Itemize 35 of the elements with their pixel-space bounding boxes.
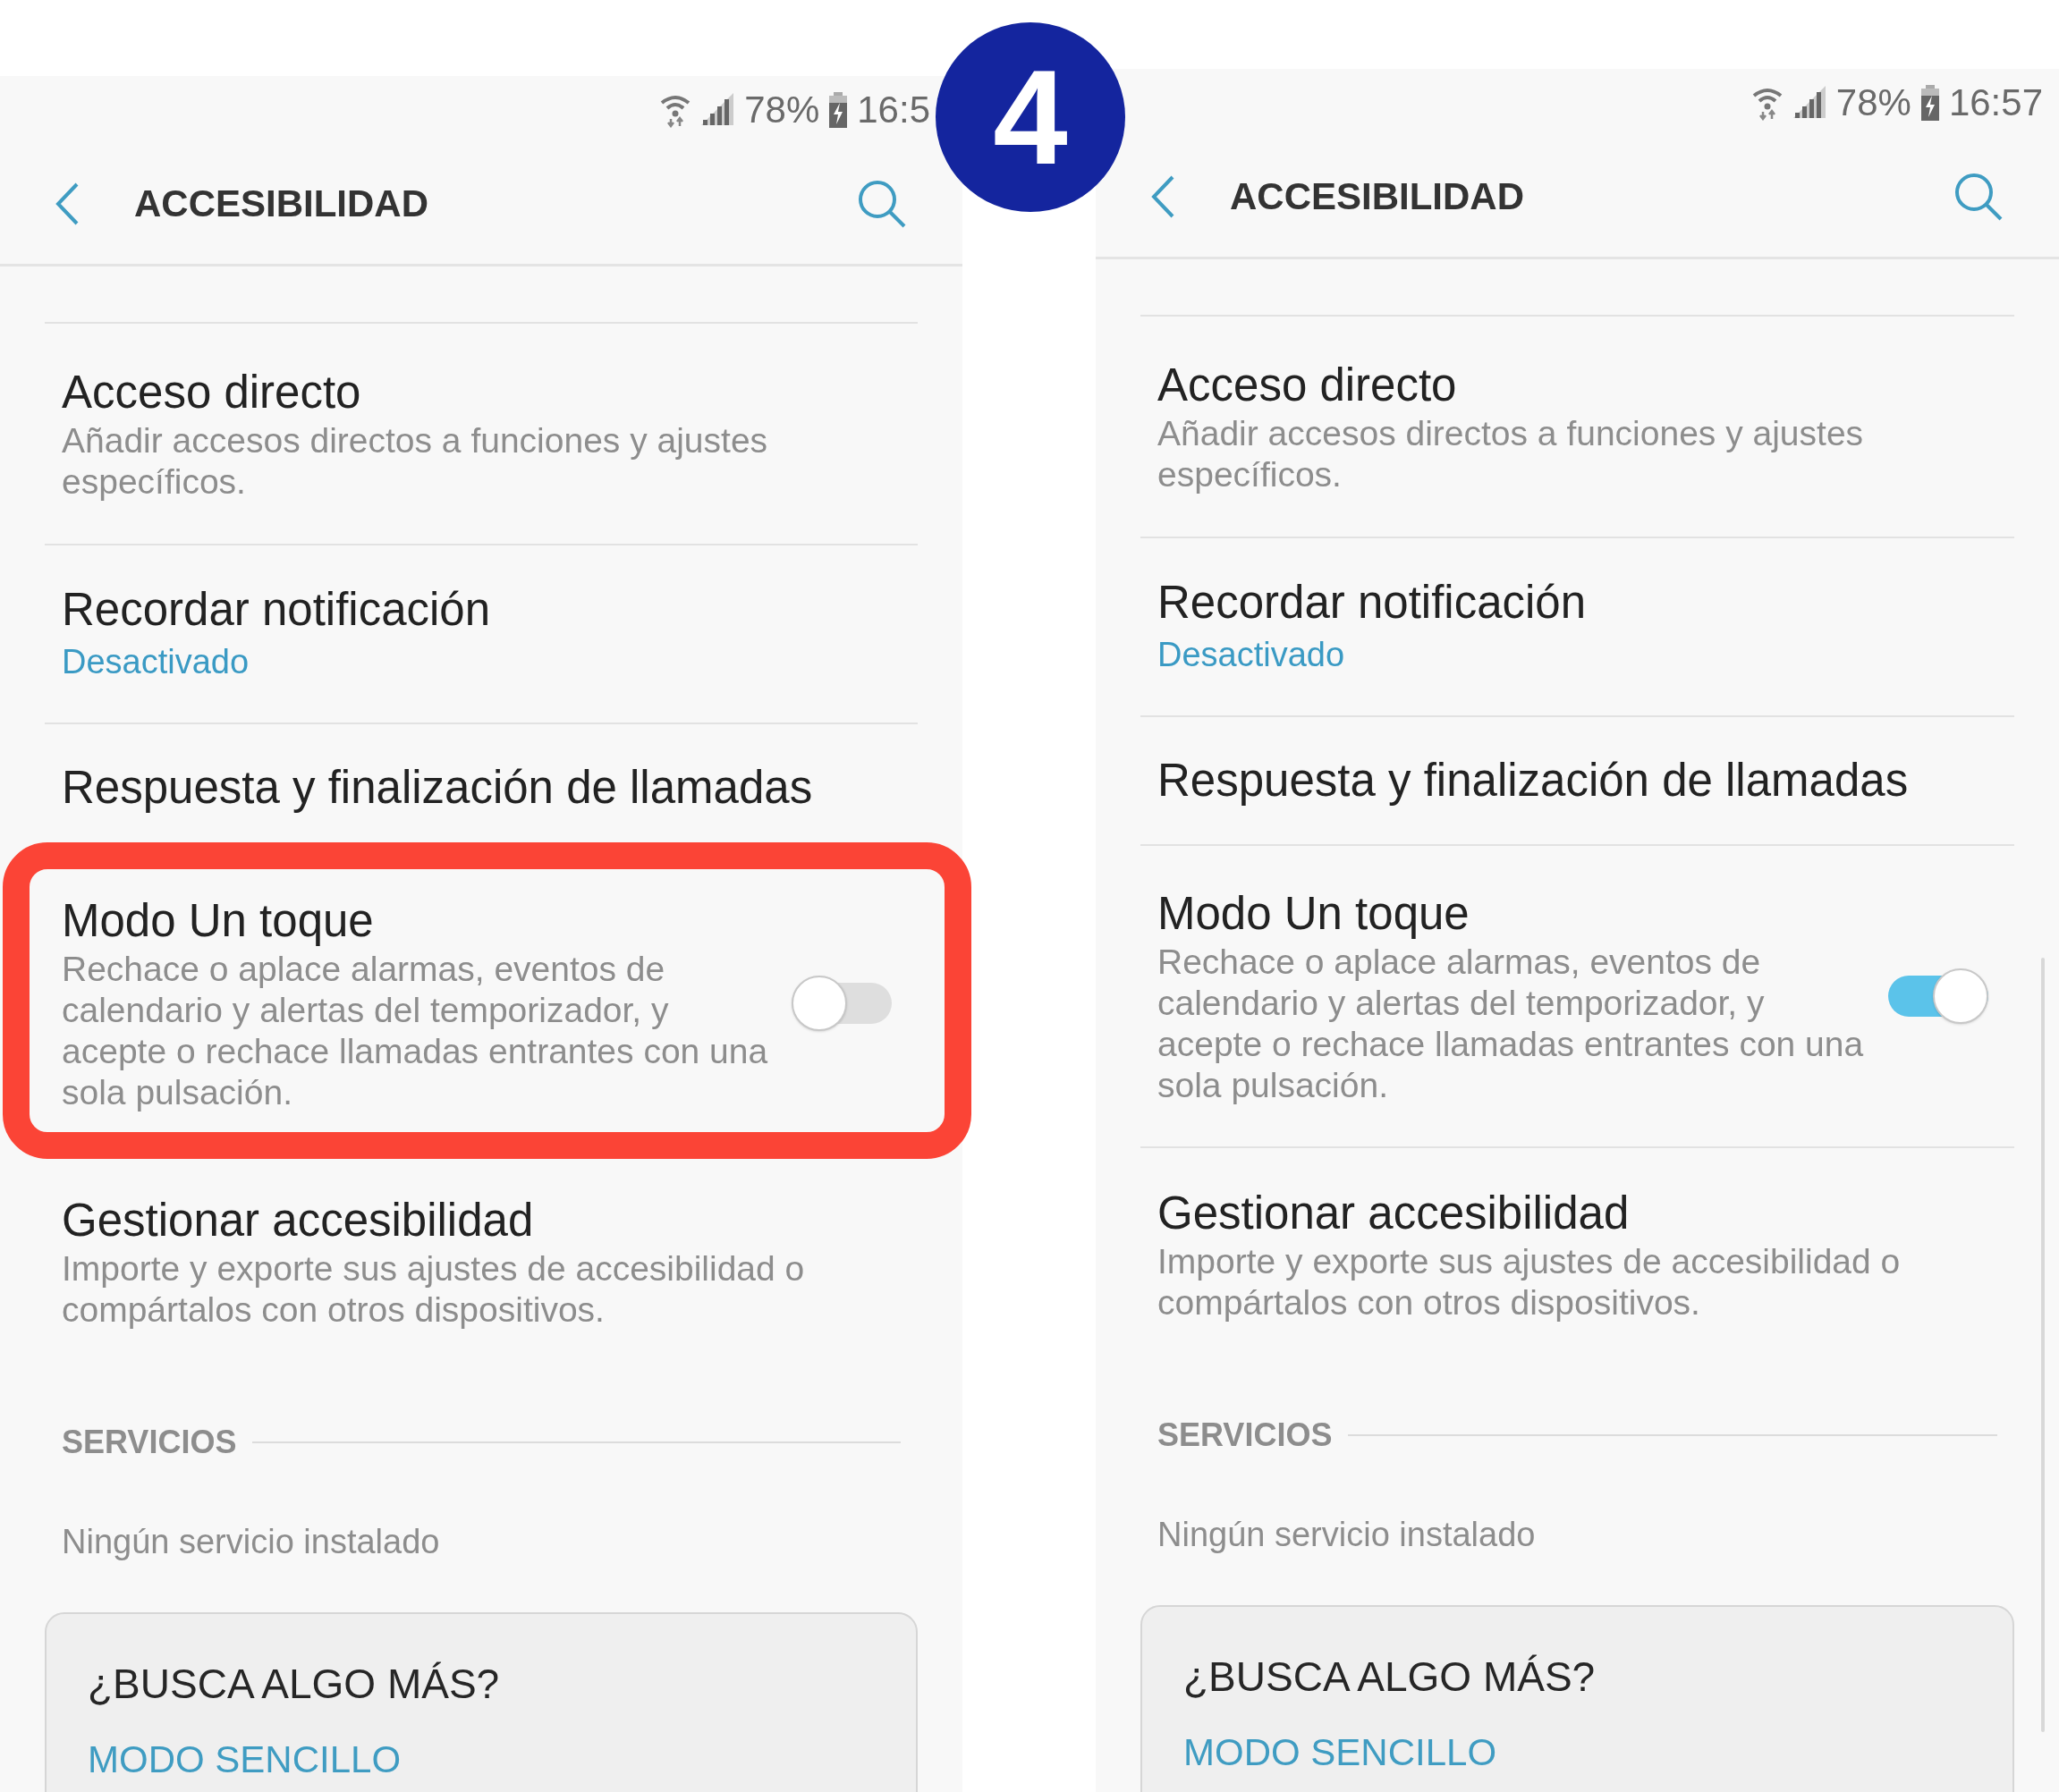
section-header: SERVICIOS: [62, 1423, 237, 1462]
battery-icon: [1919, 84, 1940, 121]
settings-item[interactable]: Respuesta y finalización de llamadas: [45, 724, 918, 853]
settings-item[interactable]: Acceso directo Añadir accesos directos a funciones y ajustes específicos.: [45, 324, 918, 545]
section-header: SERVICIOS: [1157, 1416, 1333, 1455]
settings-item[interactable]: Recordar notificación Desactivado: [1140, 538, 2014, 717]
toggle-switch[interactable]: [1888, 968, 1988, 1024]
settings-item[interactable]: Acceso directo Añadir accesos directos a funciones y ajustes específicos.: [1140, 317, 2014, 538]
search-icon[interactable]: [1953, 171, 2004, 222]
search-icon[interactable]: [857, 178, 907, 229]
scrollbar[interactable]: [2041, 958, 2045, 1732]
screen-title: ACCESIBILIDAD: [1230, 174, 1525, 219]
battery-percent: 78%: [1835, 80, 1911, 125]
settings-item[interactable]: Recordar notificación Desactivado: [45, 545, 918, 724]
step-badge: 4: [936, 22, 1125, 212]
screen-title: ACCESIBILIDAD: [134, 182, 429, 226]
settings-item[interactable]: Gestionar accesibilidad Importe y exporte sus ajustes de accesibilidad o compártalos con otros dispositivos.: [45, 1155, 918, 1368]
battery-percent: 78%: [744, 88, 820, 132]
toggle-switch[interactable]: [792, 976, 892, 1031]
back-icon[interactable]: [1151, 174, 1174, 218]
card-title: ¿BUSCA ALGO MÁS?: [88, 1660, 501, 1709]
settings-item[interactable]: Modo Un toque Rechace o aplace alarmas, eventos de calendario y alertas del temporizador, y acepte o rechace llamadas entrantes con una sola pulsación.: [45, 853, 918, 1155]
back-icon[interactable]: [55, 182, 79, 225]
settings-item[interactable]: Respuesta y finalización de llamadas: [1140, 717, 2014, 846]
empty-text: Ningún servicio instalado: [1157, 1515, 1537, 1555]
clock-time: 16:57: [1948, 80, 2043, 125]
battery-icon: [828, 91, 849, 128]
clock-time: 16:5: [857, 88, 930, 132]
card-title: ¿BUSCA ALGO MÁS?: [1183, 1653, 1597, 1702]
empty-text: Ningún servicio instalado: [61, 1522, 441, 1562]
settings-item[interactable]: Modo Un toque Rechace o aplace alarmas, eventos de calendario y alertas del temporizador, y acepte o rechace llamadas entrantes con una sola pulsación.: [1140, 846, 2014, 1148]
settings-item[interactable]: Gestionar accesibilidad Importe y exporte sus ajustes de accesibilidad o compártalos con otros dispositivos.: [1140, 1148, 2014, 1361]
signal-icon: [699, 92, 736, 127]
status-text: Desactivado: [62, 642, 250, 682]
status-text: Desactivado: [1157, 635, 1346, 675]
